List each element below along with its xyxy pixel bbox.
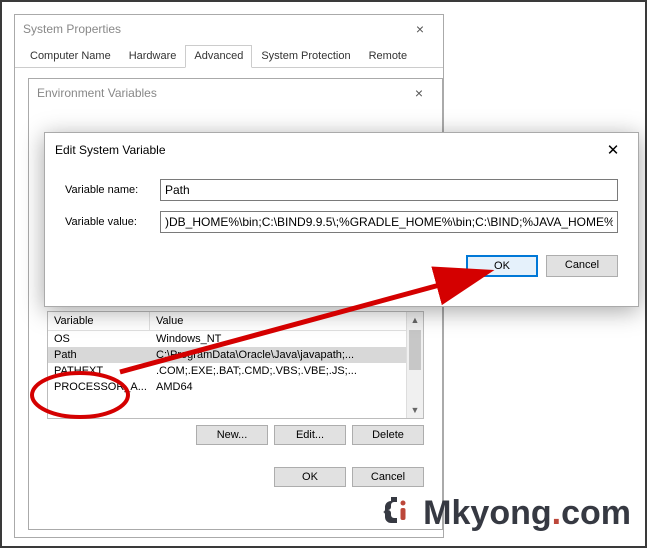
column-variable[interactable]: Variable bbox=[48, 312, 150, 330]
cancel-button[interactable]: Cancel bbox=[546, 255, 618, 277]
var-name-cell: PATHEXT bbox=[48, 363, 150, 379]
tab-strip: Computer Name Hardware Advanced System P… bbox=[15, 43, 443, 68]
new-button[interactable]: New... bbox=[196, 425, 268, 445]
edit-system-variable-dialog: Edit System Variable ✕ Variable name: Va… bbox=[44, 132, 639, 307]
scroll-down-icon[interactable]: ▼ bbox=[407, 402, 423, 418]
scroll-up-icon[interactable]: ▲ bbox=[407, 312, 423, 328]
table-row[interactable]: Path C:\ProgramData\Oracle\Java\javapath… bbox=[48, 347, 423, 363]
system-properties-titlebar: System Properties × bbox=[15, 15, 443, 43]
system-variables-list[interactable]: Variable Value OS Windows_NT Path C:\Pro… bbox=[47, 311, 424, 419]
delete-button[interactable]: Delete bbox=[352, 425, 424, 445]
system-properties-title: System Properties bbox=[23, 22, 121, 36]
variable-name-label: Variable name: bbox=[65, 184, 160, 196]
table-row[interactable]: OS Windows_NT bbox=[48, 331, 423, 347]
var-value-cell: .COM;.EXE;.BAT;.CMD;.VBS;.VBE;.JS;... bbox=[150, 363, 423, 379]
bracket-icon bbox=[381, 491, 417, 536]
var-value-cell: AMD64 bbox=[150, 379, 423, 395]
edit-dlg-title: Edit System Variable bbox=[55, 143, 166, 157]
edit-dlg-titlebar: Edit System Variable ✕ bbox=[45, 133, 638, 167]
edit-button[interactable]: Edit... bbox=[274, 425, 346, 445]
table-row[interactable]: PATHEXT .COM;.EXE;.BAT;.CMD;.VBS;.VBE;.J… bbox=[48, 363, 423, 379]
scroll-thumb[interactable] bbox=[409, 330, 421, 370]
variable-name-input[interactable] bbox=[160, 179, 618, 201]
var-name-cell: Path bbox=[48, 347, 150, 363]
tab-advanced[interactable]: Advanced bbox=[185, 45, 252, 68]
env-vars-titlebar: Environment Variables × bbox=[29, 79, 442, 107]
var-name-cell: OS bbox=[48, 331, 150, 347]
ok-button[interactable]: OK bbox=[274, 467, 346, 487]
close-icon[interactable]: ✕ bbox=[598, 141, 628, 159]
tab-hardware[interactable]: Hardware bbox=[120, 45, 186, 67]
watermark-text-2: com bbox=[561, 494, 631, 533]
variable-value-label: Variable value: bbox=[65, 216, 160, 228]
var-name-cell: PROCESSOR_A... bbox=[48, 379, 150, 395]
var-value-cell: Windows_NT bbox=[150, 331, 423, 347]
variable-value-input[interactable] bbox=[160, 211, 618, 233]
scrollbar[interactable]: ▲ ▼ bbox=[406, 312, 423, 418]
watermark-text-1: Mkyong bbox=[423, 494, 551, 533]
watermark-dot: . bbox=[552, 494, 561, 533]
var-value-cell: C:\ProgramData\Oracle\Java\javapath;... bbox=[150, 347, 423, 363]
env-vars-title: Environment Variables bbox=[37, 86, 157, 100]
close-icon[interactable]: × bbox=[405, 21, 435, 37]
cancel-button[interactable]: Cancel bbox=[352, 467, 424, 487]
ok-button[interactable]: OK bbox=[466, 255, 538, 277]
tab-system-protection[interactable]: System Protection bbox=[252, 45, 359, 67]
table-row[interactable]: PROCESSOR_A... AMD64 bbox=[48, 379, 423, 395]
watermark-logo: Mkyong.com bbox=[381, 491, 631, 536]
tab-computer-name[interactable]: Computer Name bbox=[21, 45, 120, 67]
close-icon[interactable]: × bbox=[404, 85, 434, 101]
tab-remote[interactable]: Remote bbox=[360, 45, 417, 67]
column-value[interactable]: Value bbox=[150, 312, 423, 330]
list-headers: Variable Value bbox=[48, 312, 423, 331]
